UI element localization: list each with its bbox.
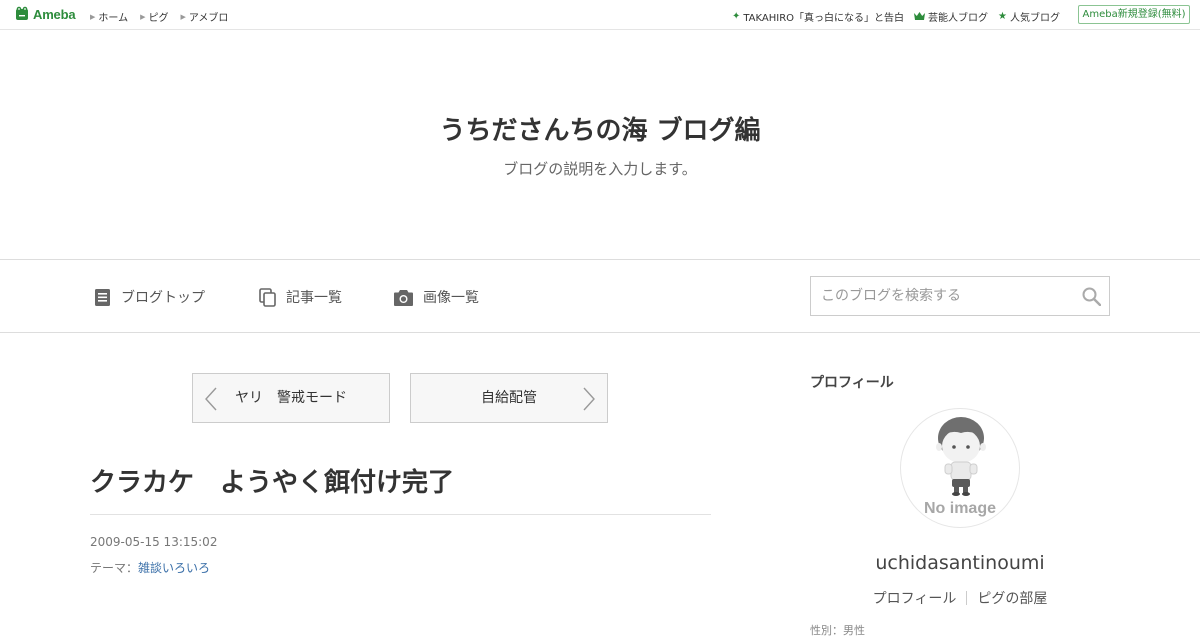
- profile-link[interactable]: プロフィール: [873, 591, 957, 607]
- blog-nav: ブログトップ 記事一覧 画像一覧: [0, 259, 1200, 333]
- global-nav-label: ホーム: [98, 13, 129, 24]
- celebrity-blog-label: 芸能人ブログ: [928, 13, 989, 24]
- nav-blog-top[interactable]: ブログトップ: [94, 287, 205, 307]
- sparkle-icon: ✦: [731, 11, 741, 22]
- entry-date: 2009-05-15 13:15:02: [90, 535, 218, 549]
- ameba-logo[interactable]: Ameba: [14, 6, 76, 22]
- nav-image-list-label: 画像一覧: [423, 290, 479, 306]
- blog-title[interactable]: うちださんちの海 ブログ編: [0, 110, 1200, 147]
- blog-description: ブログの説明を入力します。: [503, 160, 697, 178]
- entry-theme-prefix: テーマ：: [90, 561, 139, 575]
- chevron-right-icon: ▶: [140, 12, 146, 21]
- no-image-label: No image: [923, 500, 996, 517]
- register-button[interactable]: Ameba新規登録(無料): [1078, 5, 1190, 24]
- popular-blog-link[interactable]: ★ 人気ブログ: [998, 9, 1060, 24]
- chevron-right-icon: ▶: [180, 12, 186, 21]
- next-entry-button[interactable]: 自給配管: [410, 373, 608, 423]
- entry-theme: テーマ：雑談いろいろ: [90, 559, 210, 576]
- next-entry-label: 自給配管: [481, 390, 537, 406]
- global-nav-label: ピグ: [148, 13, 169, 24]
- pigg-room-link[interactable]: ピグの部屋: [977, 591, 1047, 607]
- chevron-left-icon: [205, 387, 217, 411]
- global-nav-home[interactable]: ▶ ホーム: [90, 9, 129, 25]
- entry-theme-link[interactable]: 雑談いろいろ: [138, 561, 210, 575]
- star-icon: ★: [998, 11, 1007, 22]
- crown-icon: [914, 12, 926, 20]
- global-nav-pigg[interactable]: ▶ ピグ: [140, 9, 169, 25]
- profile-heading: プロフィール: [810, 375, 894, 391]
- trending-topic-label: TAKAHIRO「真っ白になる」と告白: [743, 13, 905, 24]
- avatar[interactable]: No image: [900, 408, 1020, 528]
- trending-topic-link[interactable]: ✦ TAKAHIRO「真っ白になる」と告白: [732, 9, 904, 24]
- nav-blog-top-label: ブログトップ: [121, 290, 205, 306]
- ameba-frog-icon: [16, 6, 28, 20]
- popular-blog-label: 人気ブログ: [1010, 13, 1060, 24]
- global-nav-label: アメブロ: [188, 13, 229, 24]
- camera-icon: [394, 289, 413, 306]
- nav-entry-list[interactable]: 記事一覧: [259, 287, 342, 307]
- global-nav-ameblo[interactable]: ▶ アメブロ: [180, 9, 229, 25]
- celebrity-blog-link[interactable]: 芸能人ブログ: [914, 9, 988, 24]
- profile-username[interactable]: uchidasantinoumi: [810, 552, 1110, 574]
- prev-entry-button[interactable]: ヤリ 警戒モード: [192, 373, 390, 423]
- chevron-right-icon: [583, 387, 595, 411]
- copy-icon: [259, 287, 276, 307]
- search-icon[interactable]: [1082, 287, 1101, 306]
- search-input[interactable]: [811, 277, 1071, 315]
- global-nav-right: ✦ TAKAHIRO「真っ白になる」と告白 芸能人ブログ ★ 人気ブログ: [732, 9, 1060, 24]
- prev-entry-label: ヤリ 警戒モード: [235, 390, 347, 406]
- nav-entry-list-label: 記事一覧: [286, 290, 342, 306]
- global-nav-left: ▶ ホーム ▶ ピグ ▶ アメブロ: [90, 9, 229, 25]
- logo-text: Ameba: [33, 6, 76, 22]
- chevron-right-icon: ▶: [90, 12, 96, 21]
- global-header: Ameba ▶ ホーム ▶ ピグ ▶ アメブロ ✦ TAKAHIRO「真っ白にな…: [0, 0, 1200, 30]
- blog-search: [810, 276, 1110, 316]
- entry-title[interactable]: クラカケ ようやく餌付け完了: [90, 462, 454, 499]
- entry-divider: [90, 514, 711, 515]
- document-icon: [95, 288, 110, 306]
- profile-links: プロフィール ピグの部屋: [810, 588, 1110, 608]
- nav-image-list[interactable]: 画像一覧: [394, 287, 479, 307]
- link-separator: [966, 591, 968, 605]
- profile-gender: 性別：男性: [810, 624, 865, 637]
